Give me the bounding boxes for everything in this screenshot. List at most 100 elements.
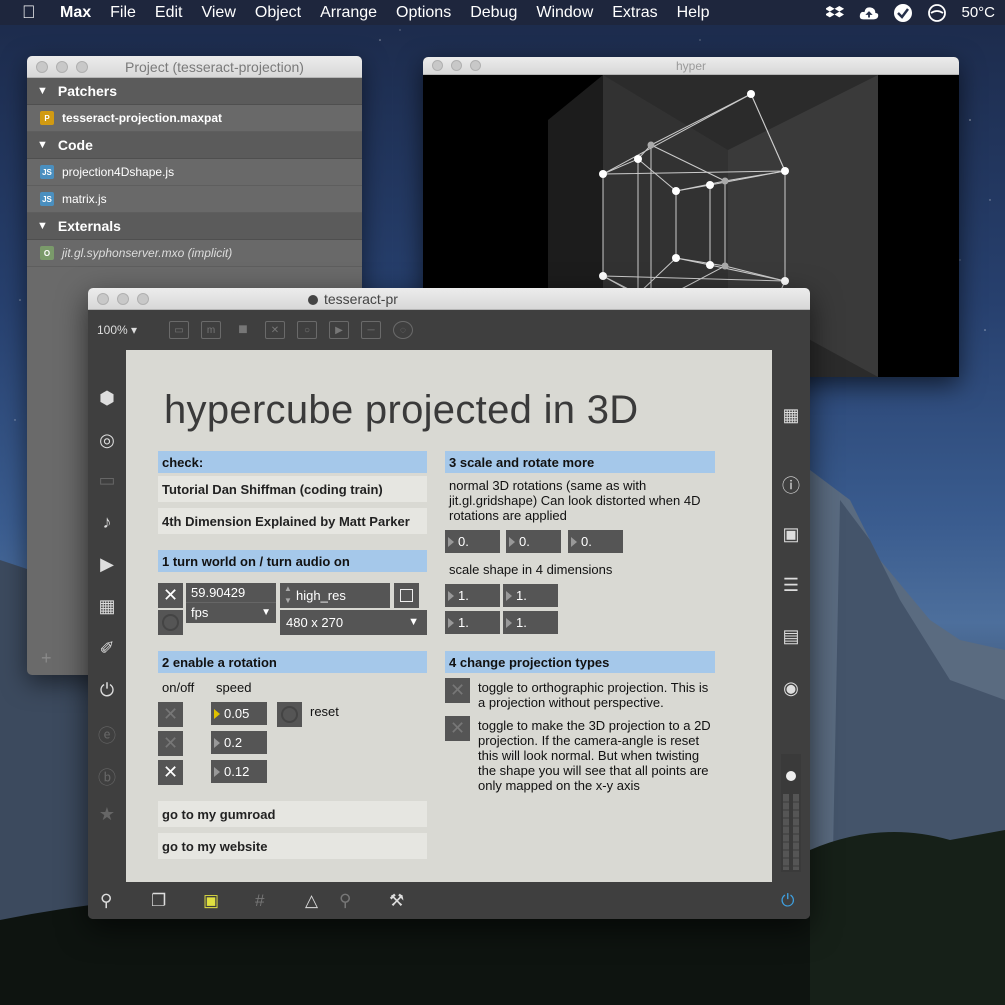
menu-debug[interactable]: Debug [470, 4, 517, 22]
menu-file[interactable]: File [110, 4, 136, 22]
disclosure-triangle-icon[interactable]: ▼ [37, 220, 48, 232]
speed-number-2[interactable]: 0.2 [211, 731, 267, 754]
tutorial-link-button[interactable]: Tutorial Dan Shiffman (coding train) [158, 476, 427, 502]
fps-unit-dropdown[interactable]: fps ▼ [186, 603, 276, 623]
quality-umenu[interactable]: ▲ ▼ high_res [280, 583, 390, 608]
zoom-menu[interactable]: 100% ▾ [97, 323, 157, 337]
project-file-item[interactable]: P tesseract-projection.maxpat [27, 105, 362, 132]
cube-icon[interactable]: ⬢ [88, 388, 126, 409]
section-externals[interactable]: ▼ Externals [27, 213, 362, 240]
slider-object-icon[interactable]: ─ [361, 321, 381, 339]
patcher-window: tesseract-pr 100% ▾ ▭ m ■ ✕ ○ ▶ ─ ◌ ⬢ ◎ … [88, 288, 810, 919]
apple-icon[interactable]:  [22, 2, 50, 23]
orthographic-toggle[interactable]: ✕ [445, 678, 470, 703]
menu-help[interactable]: Help [677, 4, 710, 22]
scale-z-number[interactable]: 1. [445, 611, 500, 634]
hierarchy-icon[interactable]: △ [305, 891, 318, 911]
resolution-dropdown[interactable]: 480 x 270 ▼ [280, 610, 427, 635]
right-sidebar: ▦ ⓘ ▣ ☰ ▤ ◉ [772, 350, 810, 882]
menu-object[interactable]: Object [255, 4, 301, 22]
target-icon[interactable]: ◎ [88, 430, 126, 451]
scale-y-number[interactable]: 1. [503, 584, 558, 607]
reference-book-icon[interactable]: ▣ [772, 524, 810, 545]
menu-view[interactable]: View [201, 4, 235, 22]
docs-icon[interactable]: ▤ [772, 626, 810, 647]
image-icon[interactable]: ▦ [88, 596, 126, 617]
music-note-icon[interactable]: ♪ [88, 512, 126, 533]
grid-icon[interactable]: ▦ [772, 405, 810, 426]
rotation-toggle-3[interactable]: ✕ [158, 760, 183, 785]
disclosure-triangle-icon[interactable]: ▼ [37, 85, 48, 97]
paperclip-icon[interactable]: ✐ [88, 638, 126, 659]
section-code[interactable]: ▼ Code [27, 132, 362, 159]
grid-snap-icon[interactable]: # [255, 891, 264, 911]
patcher-canvas[interactable]: hypercube projected in 3D check: Tutoria… [126, 350, 772, 882]
fullscreen-toggle[interactable] [394, 583, 419, 608]
speed-number-1[interactable]: 0.05 [211, 702, 267, 725]
display-icon[interactable]: ▭ [88, 470, 126, 491]
info-icon[interactable]: ⓘ [772, 472, 810, 498]
scale-label: scale shape in 4 dimensions [449, 562, 613, 577]
add-icon[interactable]: + [41, 648, 52, 669]
menu-window[interactable]: Window [536, 4, 593, 22]
close-window-button[interactable] [36, 60, 48, 73]
rotation-toggle-1[interactable]: ✕ [158, 702, 183, 727]
windows-icon[interactable]: ❐ [151, 891, 166, 911]
world-toggle[interactable]: ✕ [158, 583, 183, 608]
message-box-icon[interactable]: m [201, 321, 221, 339]
check-circle-icon[interactable] [893, 3, 913, 23]
section-patchers[interactable]: ▼ Patchers [27, 78, 362, 105]
project-file-item[interactable]: O jit.gl.syphonserver.mxo (implicit) [27, 240, 362, 267]
plug-icon[interactable]: ⏻ [88, 680, 126, 701]
dsp-power-icon[interactable]: ⏻ [781, 891, 794, 911]
scale-w-number[interactable]: 1. [503, 611, 558, 634]
camera-icon[interactable]: ◉ [772, 678, 810, 699]
explainer-link-button[interactable]: 4th Dimension Explained by Matt Parker [158, 508, 427, 534]
menu-options[interactable]: Options [396, 4, 451, 22]
project-file-item[interactable]: JS matrix.js [27, 186, 362, 213]
section4-header: 4 change projection types [445, 651, 715, 673]
close-window-button[interactable] [97, 292, 109, 305]
number-object-icon[interactable]: ▶ [329, 321, 349, 339]
bang-object-icon[interactable]: ○ [297, 321, 317, 339]
project-file-item[interactable]: JS projection4Dshape.js [27, 159, 362, 186]
playlist-icon[interactable]: ▶ [88, 554, 126, 575]
menu-edit[interactable]: Edit [155, 4, 183, 22]
gumroad-link-button[interactable]: go to my gumroad [158, 801, 427, 827]
rotate-z-number[interactable]: 0. [568, 530, 623, 553]
list-icon[interactable]: ☰ [772, 575, 810, 596]
audio-bang[interactable] [158, 610, 183, 635]
star-icon[interactable]: ★ [88, 804, 126, 825]
menu-arrange[interactable]: Arrange [320, 4, 377, 22]
vizzie-icon[interactable]: ⓔ [88, 722, 126, 748]
reset-bang[interactable] [277, 702, 302, 727]
rotation-toggle-2[interactable]: ✕ [158, 731, 183, 756]
rotate-y-number[interactable]: 0. [506, 530, 561, 553]
zoom-window-button[interactable] [137, 292, 149, 305]
file-name: jit.gl.syphonserver.mxo (implicit) [62, 246, 233, 260]
presentation-mode-icon[interactable]: ▣ [203, 891, 219, 911]
speed-number-3[interactable]: 0.12 [211, 760, 267, 783]
website-link-button[interactable]: go to my website [158, 833, 427, 859]
temperature-readout: 50°C [961, 4, 995, 21]
dial-object-icon[interactable]: ◌ [393, 321, 413, 339]
scale-x-number[interactable]: 1. [445, 584, 500, 607]
audio-meter[interactable] [781, 754, 801, 872]
comment-icon[interactable]: ■ [233, 321, 253, 339]
rotate-x-number[interactable]: 0. [445, 530, 500, 553]
wrench-icon[interactable]: ⚒ [389, 891, 404, 911]
add-dependency-icon[interactable]: ⚲ [339, 891, 351, 911]
projection-2d-toggle[interactable]: ✕ [445, 716, 470, 741]
js-file-icon: JS [40, 165, 54, 179]
disclosure-triangle-icon[interactable]: ▼ [37, 139, 48, 151]
cloud-upload-icon[interactable] [859, 3, 879, 23]
beap-icon[interactable]: ⓑ [88, 764, 126, 790]
minimize-window-button[interactable] [117, 292, 129, 305]
new-object-icon[interactable]: ▭ [169, 321, 189, 339]
toggle-object-icon[interactable]: ✕ [265, 321, 285, 339]
do-not-disturb-icon[interactable] [927, 3, 947, 23]
menu-app[interactable]: Max [60, 4, 91, 22]
menu-extras[interactable]: Extras [612, 4, 657, 22]
lock-icon[interactable]: ⚲ [100, 891, 112, 911]
dropbox-icon[interactable] [825, 3, 845, 23]
